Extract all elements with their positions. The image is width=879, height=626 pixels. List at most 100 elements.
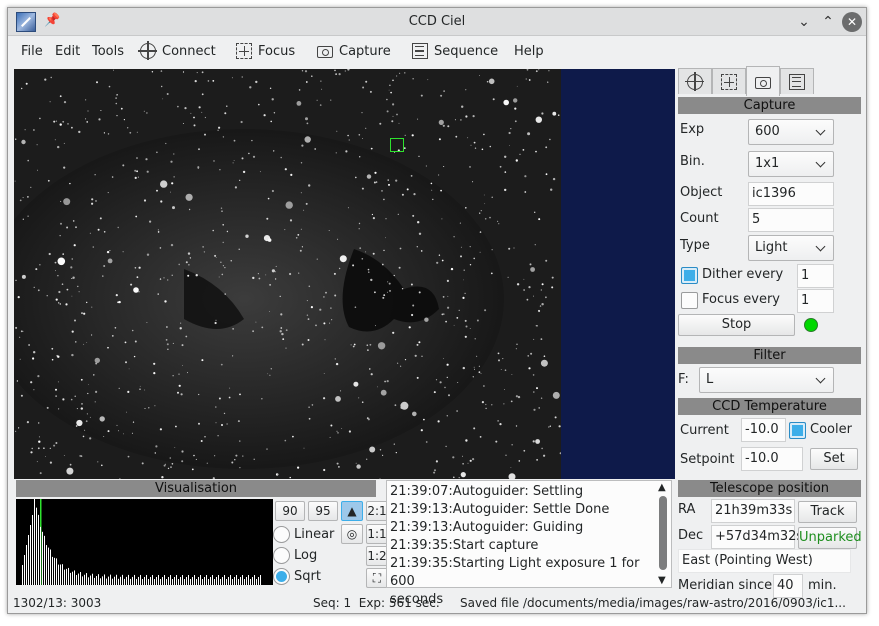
meridian-label: Meridian since — [678, 578, 773, 593]
track-button[interactable]: Track — [798, 501, 857, 523]
minimize-icon[interactable]: ⌄ — [794, 12, 814, 32]
histogram-toggle-icon[interactable]: ▲ — [341, 501, 363, 521]
cooler-label: Cooler — [810, 422, 852, 437]
set-temp-button[interactable]: Set — [810, 448, 858, 470]
star-field-image — [14, 69, 561, 479]
menu-file[interactable]: File — [21, 42, 43, 60]
scale-log-option[interactable]: Log — [273, 545, 317, 565]
btn-95[interactable]: 95 — [308, 501, 338, 521]
guide-star-box[interactable] — [390, 138, 404, 152]
meridian-field: 40 — [773, 574, 803, 598]
log-lines: 21:39:07:Autoguider: Settling 21:39:13:A… — [390, 483, 655, 609]
radio-linear[interactable] — [273, 525, 290, 543]
dec-label: Dec — [678, 528, 704, 543]
tab-capture[interactable] — [746, 66, 780, 96]
scrollbar-thumb[interactable] — [659, 496, 667, 570]
zoom-2-1-button[interactable]: 2:1 — [366, 501, 388, 521]
status-sequence: Seq: 1 Exp: 561 sec. — [313, 596, 440, 610]
tab-focus[interactable] — [712, 68, 746, 94]
log-line: 21:39:35:Starting Light exposure 1 for 6… — [390, 556, 640, 589]
log-line: 21:39:07:Autoguider: Settling — [390, 484, 584, 499]
setpoint-label: Setpoint — [680, 452, 735, 467]
scale-sqrt-option[interactable]: Sqrt — [273, 566, 321, 586]
histogram-graph — [22, 499, 261, 585]
focus-field[interactable]: 1 — [797, 289, 834, 313]
ccd-temp-header: CCD Temperature — [678, 398, 861, 415]
connect-icon — [138, 41, 157, 60]
menu-connect[interactable]: Connect — [138, 41, 216, 60]
log-panel[interactable]: 21:39:07:Autoguider: Settling 21:39:13:A… — [386, 480, 672, 607]
log-line: 21:39:13:Autoguider: Settle Done — [390, 502, 610, 517]
close-icon[interactable]: ✕ — [842, 12, 862, 32]
tab-connect[interactable] — [678, 68, 712, 94]
dither-label: Dither every — [702, 267, 784, 282]
histogram[interactable] — [16, 499, 273, 585]
exp-select[interactable]: 600 — [748, 119, 834, 145]
maximize-icon[interactable]: ⌃ — [818, 12, 838, 32]
visualisation-panel: Visualisation 90 95 ▲ 2:1 ◎ 1:1 1:2 ⛶ Li… — [16, 480, 388, 588]
bin-select[interactable]: 1x1 — [748, 151, 834, 177]
filter-header: Filter — [678, 347, 861, 364]
scroll-down-icon[interactable]: ▼ — [658, 575, 666, 586]
log-line: 21:39:35:Start capture — [390, 538, 539, 553]
ra-label: RA — [678, 502, 696, 517]
dither-field[interactable]: 1 — [797, 264, 834, 288]
focus-every-label: Focus every — [702, 292, 780, 307]
astro-image[interactable] — [14, 69, 561, 479]
connect-tab-icon — [685, 71, 704, 91]
setpoint-field[interactable]: -10.0 — [741, 447, 803, 471]
current-temp-label: Current — [680, 423, 729, 438]
log-line: 21:39:13:Autoguider: Guiding — [390, 520, 584, 535]
zoom-fit-icon[interactable]: ⛶ — [366, 568, 388, 588]
ra-field: 21h39m33s — [711, 499, 795, 523]
sequence-tab-icon — [789, 73, 805, 90]
sequence-icon — [412, 43, 428, 59]
target-icon[interactable]: ◎ — [341, 524, 363, 544]
radio-sqrt[interactable] — [273, 567, 290, 585]
current-temp-field: -10.0 — [741, 418, 786, 442]
menu-bar: File Edit Tools Connect Focus Capture Se… — [8, 37, 866, 65]
type-label: Type — [680, 238, 710, 253]
cooler-checkbox[interactable] — [789, 422, 806, 439]
scale-linear-option[interactable]: Linear — [273, 524, 334, 544]
title-bar: 📌 CCD Ciel ⌄ ⌃ ✕ — [8, 8, 866, 36]
menu-edit[interactable]: Edit — [55, 42, 80, 60]
park-button[interactable]: Unparked — [798, 527, 862, 549]
radio-log[interactable] — [273, 546, 290, 564]
pier-side-field: East (Pointing West) — [678, 549, 851, 573]
menu-tools[interactable]: Tools — [92, 42, 124, 60]
count-label: Count — [680, 211, 719, 226]
stop-button[interactable]: Stop — [678, 314, 795, 336]
dither-checkbox[interactable] — [681, 267, 698, 284]
bin-label: Bin. — [680, 154, 705, 169]
exp-label: Exp — [680, 122, 705, 137]
zoom-1-1-button[interactable]: 1:1 — [366, 524, 388, 544]
window-title: CCD Ciel — [408, 14, 466, 29]
menu-capture[interactable]: Capture — [317, 42, 391, 60]
menu-sequence[interactable]: Sequence — [412, 42, 498, 60]
camera-icon — [317, 46, 333, 58]
capture-header: Capture — [678, 97, 861, 114]
log-scrollbar[interactable]: ▲ ▼ — [656, 482, 670, 586]
capture-status-led — [804, 318, 818, 332]
zoom-1-2-button[interactable]: 1:2 — [366, 546, 388, 566]
main-window: 📌 CCD Ciel ⌄ ⌃ ✕ File Edit Tools Connect… — [7, 7, 867, 614]
telescope-header: Telescope position — [678, 480, 861, 497]
count-field[interactable]: 5 — [748, 208, 834, 232]
tab-sequence[interactable] — [780, 68, 814, 94]
capture-tab-icon — [755, 76, 771, 89]
focus-tab-icon — [721, 73, 737, 90]
btn-90[interactable]: 90 — [275, 501, 305, 521]
scroll-up-icon[interactable]: ▲ — [658, 482, 666, 493]
type-select[interactable]: Light — [748, 235, 834, 261]
menu-help[interactable]: Help — [514, 42, 544, 60]
object-field[interactable]: ic1396 — [748, 182, 834, 206]
status-bar: 1302/13: 3003 Seq: 1 Exp: 561 sec. Saved… — [8, 592, 866, 614]
filter-select[interactable]: L — [699, 367, 834, 393]
focus-checkbox[interactable] — [681, 292, 698, 309]
control-panel: Capture Exp 600 Bin. 1x1 Object ic1396 C… — [677, 66, 863, 598]
menu-focus[interactable]: Focus — [236, 42, 295, 60]
meridian-unit: min. — [808, 578, 837, 593]
image-viewer[interactable] — [14, 69, 675, 479]
visualisation-header: Visualisation — [16, 480, 376, 497]
